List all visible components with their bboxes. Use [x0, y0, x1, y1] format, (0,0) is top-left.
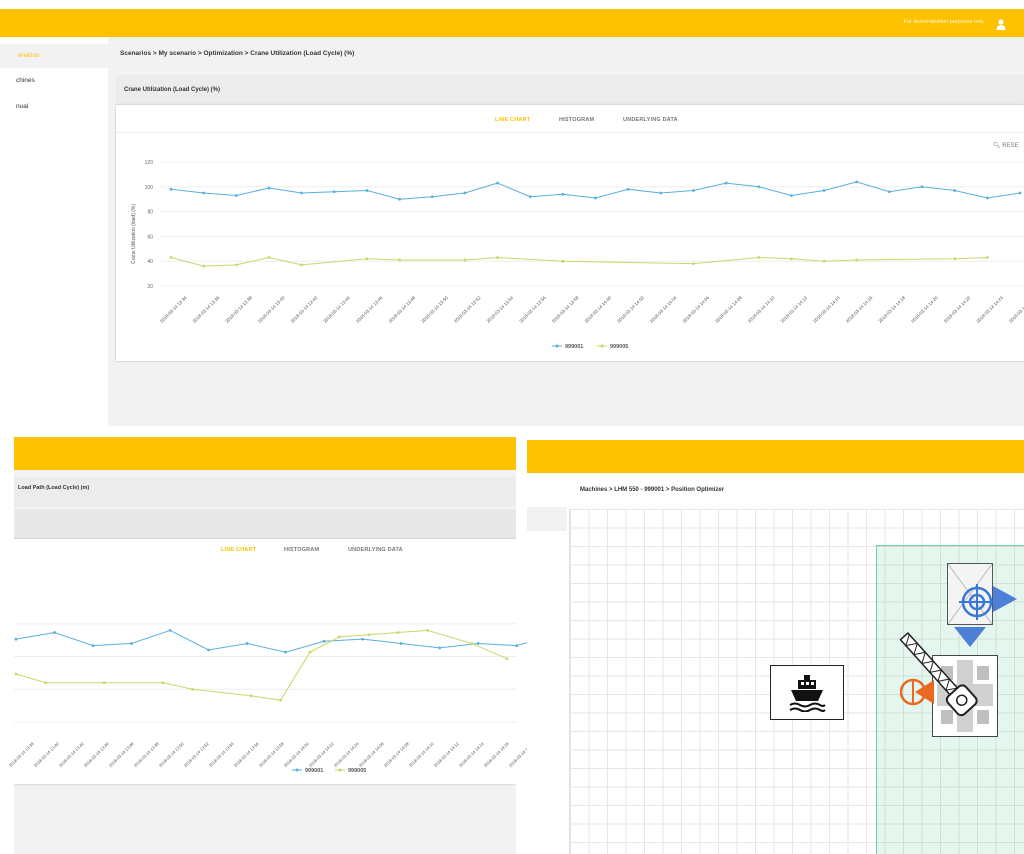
breadcrumb-item[interactable]: Machines: [580, 487, 607, 493]
bottom-right-panel: Machines > LHM 550 - 999001 > Position O…: [527, 437, 1024, 854]
top-chart-card: LINE CHART HISTOGRAM UNDERLYING DATA 🔍︎ …: [116, 105, 1024, 361]
top-header-bar: For demonstration purposes only: [0, 9, 1024, 37]
bl-chart-card: LINE CHART HISTOGRAM UNDERLYING DATA: [14, 539, 516, 784]
bl-card-header: Load Path (Load Cycle) (m): [14, 477, 516, 507]
bl-tab-histogram[interactable]: HISTOGRAM: [284, 547, 319, 553]
arrow-right-icon[interactable]: [993, 586, 1017, 612]
orange-target-marker-icon[interactable]: [900, 677, 934, 707]
bl-gray-band: [14, 509, 516, 539]
sidebar-item-machines[interactable]: chines: [0, 72, 108, 92]
sidebar-item-scenarios[interactable]: enarios: [0, 44, 108, 68]
br-breadcrumb: Machines > LHM 550 - 999001 > Position O…: [580, 487, 725, 493]
top-sidebar: enarios chines nual: [0, 37, 108, 426]
chart-tabs: LINE CHART HISTOGRAM UNDERLYING DATA: [116, 105, 1024, 133]
breadcrumb-item: Crane Utilization (Load Cycle) (%): [250, 50, 355, 57]
bl-tab-line-chart[interactable]: LINE CHART: [221, 547, 256, 553]
bl-tab-underlying-data[interactable]: UNDERLYING DATA: [348, 547, 403, 553]
magnifier-icon: 🔍︎: [993, 143, 1001, 149]
ship-marker[interactable]: [770, 665, 844, 720]
tab-underlying-data[interactable]: UNDERLYING DATA: [623, 117, 678, 123]
bl-header-bar: [14, 437, 516, 470]
breadcrumb-item: Position Optimizer: [671, 487, 725, 493]
breadcrumb-item[interactable]: LHM 550 - 999001: [614, 487, 664, 493]
tab-line-chart[interactable]: LINE CHART: [495, 117, 530, 123]
bottom-left-panel: Load Path (Load Cycle) (m) LINE CHART HI…: [14, 437, 516, 854]
header-notice: For demonstration purposes only: [903, 19, 984, 25]
bl-card-title: Load Path (Load Cycle) (m): [18, 485, 90, 491]
top-breadcrumb: Scenarios > My scenario > Optimization >…: [120, 50, 355, 57]
br-sidebar-active-item[interactable]: [527, 507, 567, 531]
user-icon[interactable]: [996, 17, 1006, 35]
zoom-reset-button[interactable]: 🔍︎ RESE: [993, 142, 1019, 149]
crane-boom-icon[interactable]: [889, 625, 989, 725]
br-header-bar: [527, 440, 1024, 473]
target-crosshair-icon[interactable]: [959, 584, 995, 620]
breadcrumb-item[interactable]: My scenario: [159, 50, 197, 57]
sidebar-item-manual[interactable]: nual: [0, 98, 108, 118]
top-card-header: Crane Utilization (Load Cycle) (%): [116, 75, 1024, 105]
breadcrumb-item[interactable]: Scenarios: [120, 50, 151, 57]
tab-histogram[interactable]: HISTOGRAM: [559, 117, 594, 123]
ship-icon: [789, 675, 826, 712]
breadcrumb-item[interactable]: Optimization: [204, 50, 243, 57]
card-title: Crane Utilization (Load Cycle) (%): [124, 87, 221, 93]
